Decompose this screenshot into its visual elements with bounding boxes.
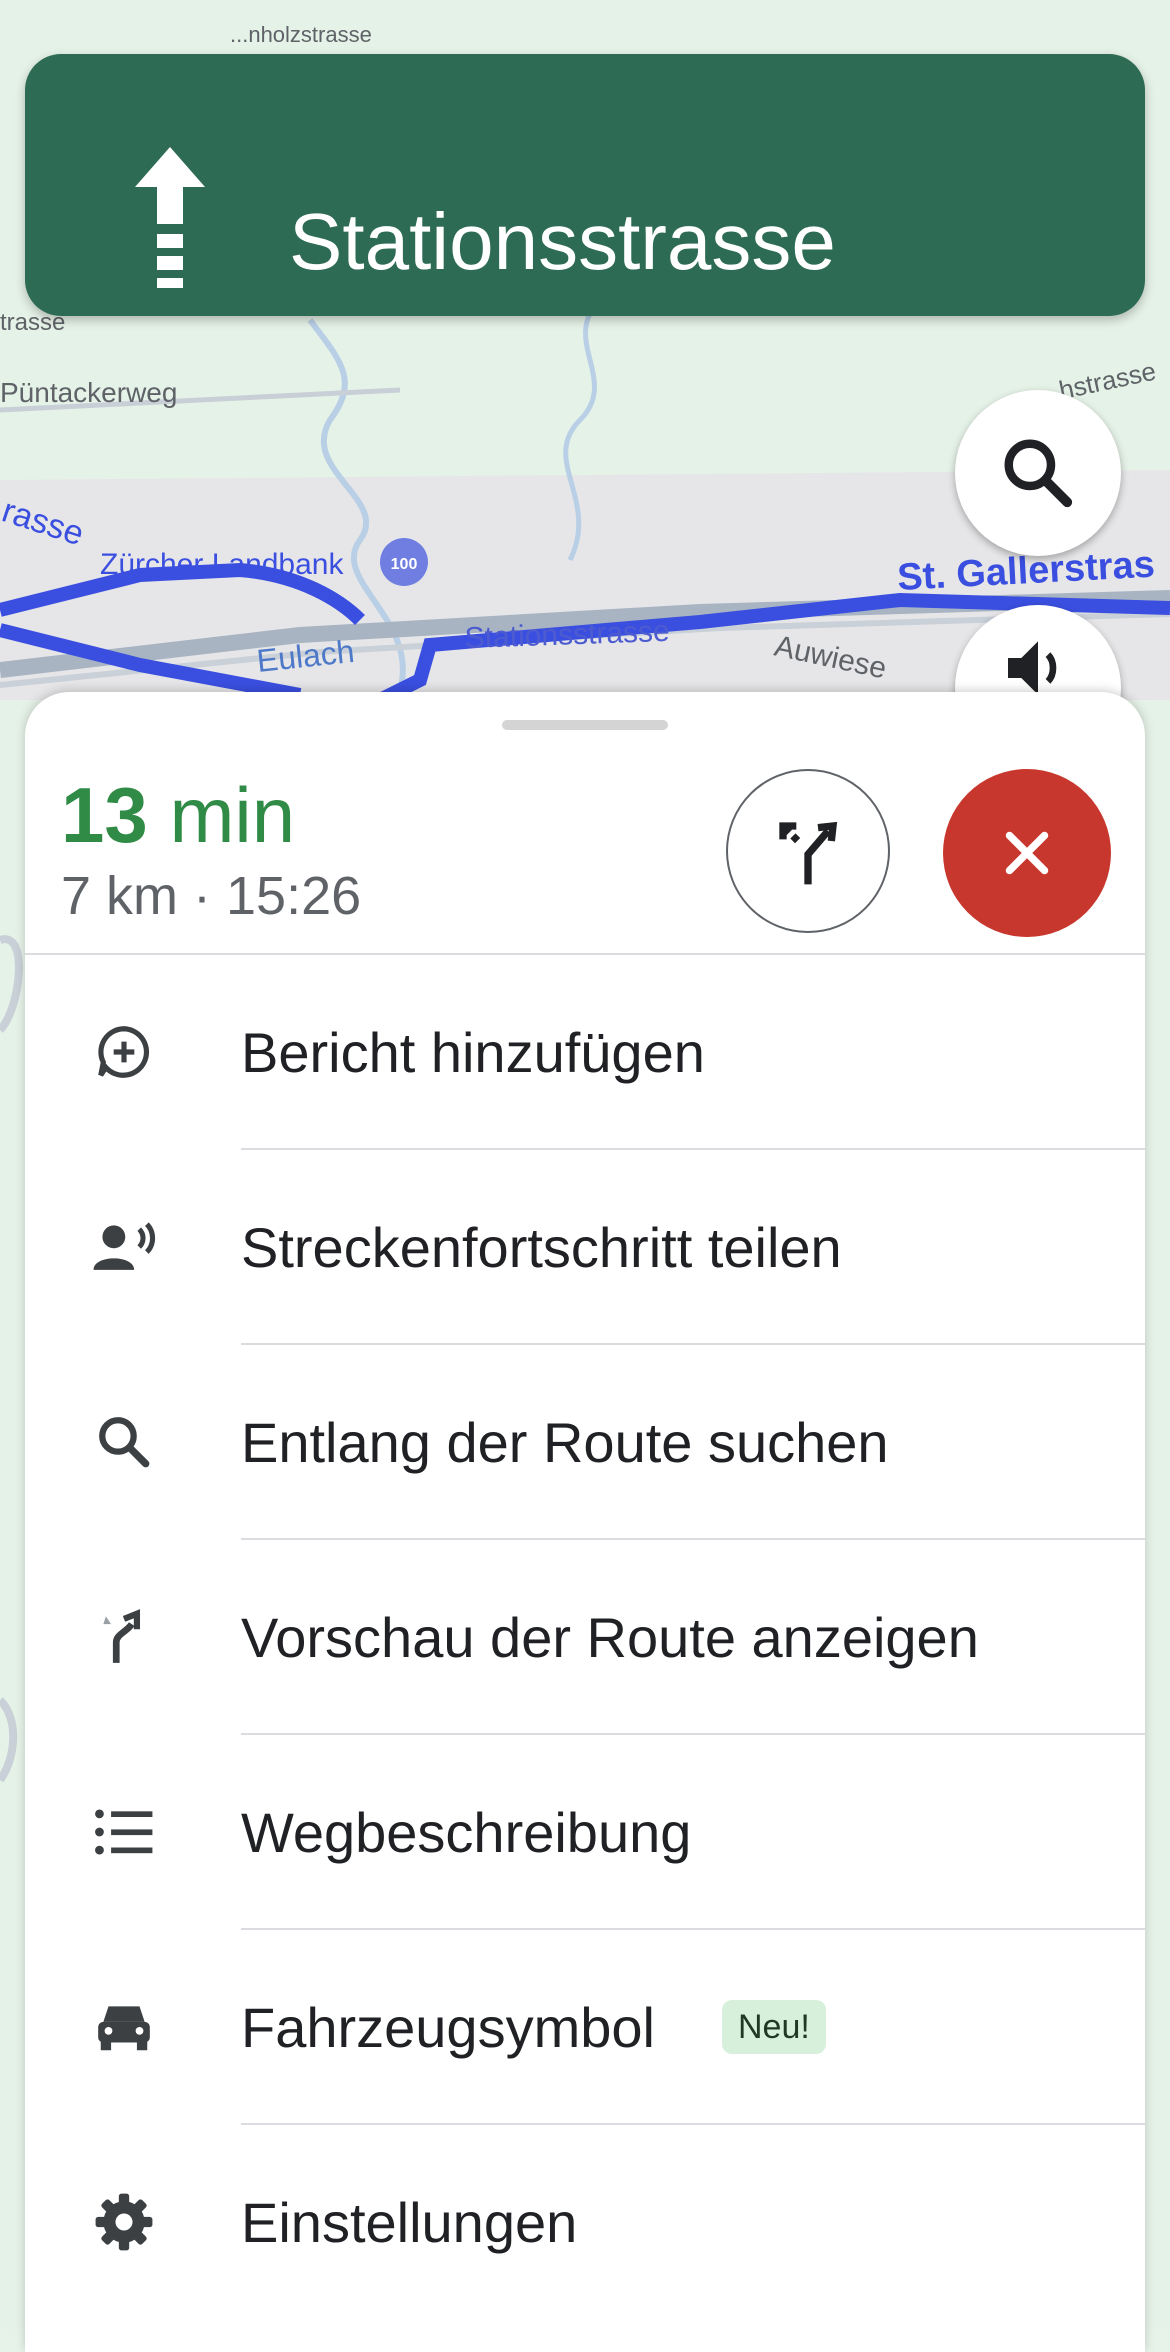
route-preview-icon — [91, 1604, 157, 1670]
menu-item-add-report[interactable]: Bericht hinzufügen — [25, 955, 1145, 1150]
menu-item-label: Wegbeschreibung — [241, 1801, 692, 1864]
eta-unit: min — [169, 771, 296, 859]
navigation-banner[interactable]: Stationsstrasse — [25, 54, 1145, 316]
menu-item-share-progress[interactable]: Streckenfortschritt teilen — [25, 1150, 1145, 1345]
close-navigation-button[interactable] — [943, 769, 1111, 937]
gear-icon — [91, 2189, 157, 2255]
eta: 13 min — [61, 770, 295, 860]
svg-text:100: 100 — [391, 556, 418, 573]
share-progress-icon — [91, 1214, 157, 1280]
list-icon — [91, 1799, 157, 1865]
map-label-puentackerweg: Püntackerweg — [0, 377, 177, 408]
menu-item-label: Fahrzeugsymbol — [241, 1996, 655, 2059]
map-label-top-street: ...nholzstrasse — [230, 22, 372, 47]
menu-item-label: Vorschau der Route anzeigen — [241, 1606, 979, 1669]
menu-list: Bericht hinzufügen Streckenfortschritt t… — [25, 955, 1145, 2320]
add-report-icon — [91, 1019, 157, 1085]
menu-item-label: Einstellungen — [241, 2191, 578, 2254]
menu-item-route-preview[interactable]: Vorschau der Route anzeigen — [25, 1540, 1145, 1735]
car-icon — [91, 1994, 157, 2060]
trip-distance-arrival: 7 km · 15:26 — [61, 866, 362, 926]
next-street-name: Stationsstrasse — [289, 197, 836, 286]
eta-minutes: 13 — [61, 771, 148, 859]
new-badge: Neu! — [722, 2000, 826, 2054]
menu-item-search-along-route[interactable]: Entlang der Route suchen — [25, 1345, 1145, 1540]
map-search-button[interactable] — [955, 390, 1121, 556]
navigation-bottom-sheet: 13 min 7 km · 15:26 Bericht hinzufügen S… — [25, 692, 1145, 2352]
map-label-poi: Zürcher Landbank — [100, 548, 344, 581]
menu-item-vehicle-icon[interactable]: Fahrzeugsymbol Neu! — [25, 1930, 1145, 2125]
search-icon — [91, 1409, 157, 1475]
menu-item-label: Streckenfortschritt teilen — [241, 1216, 842, 1279]
route-fork-icon — [779, 821, 838, 885]
menu-item-label: Entlang der Route suchen — [241, 1411, 889, 1474]
search-icon — [1004, 439, 1073, 508]
alternate-routes-button[interactable] — [726, 769, 890, 933]
menu-item-label: Bericht hinzufügen — [241, 1021, 705, 1084]
menu-item-settings[interactable]: Einstellungen — [25, 2125, 1145, 2320]
close-icon — [1005, 831, 1049, 875]
drag-handle[interactable] — [502, 720, 668, 730]
straight-arrow-icon — [135, 147, 205, 288]
menu-item-directions[interactable]: Wegbeschreibung — [25, 1735, 1145, 1930]
